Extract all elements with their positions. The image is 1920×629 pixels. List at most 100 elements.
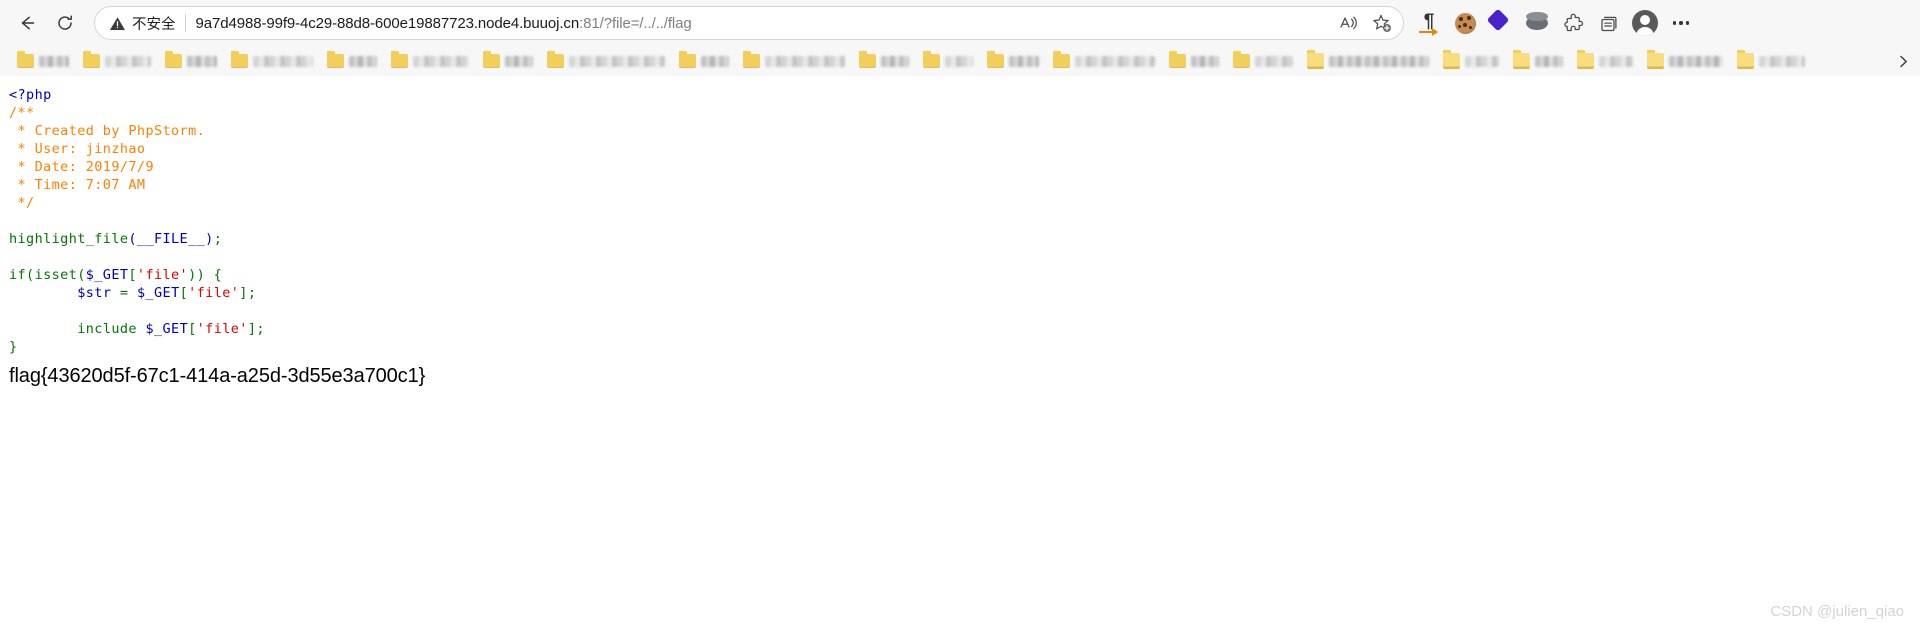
bookmark-item[interactable] [1046,49,1162,73]
omnibox-actions [1335,9,1397,37]
omnibox-divider [184,14,186,32]
folder-icon [859,51,876,68]
bookmark-item[interactable] [476,49,540,73]
chevron-right-icon [1899,55,1907,67]
bookmark-item[interactable] [1436,49,1506,73]
folder-icon [1233,51,1250,68]
bookmark-item[interactable] [76,49,158,73]
comment-time: * Time: 7:07 AM [9,177,146,193]
highlight-file-call: highlight_file [9,231,129,247]
bookmark-label [349,55,377,67]
bookmark-item[interactable] [1506,49,1570,73]
folder-icon [231,51,248,68]
if-tail: )) { [188,267,223,283]
puzzle-piece-icon [1563,13,1583,31]
site-security-button[interactable]: 不安全 [109,13,185,34]
folder-icon [391,51,408,68]
security-label: 不安全 [132,16,176,33]
profile-button[interactable] [1628,7,1662,39]
bookmark-label [881,55,909,67]
bookmark-item[interactable] [320,49,384,73]
folder-icon [1443,50,1460,69]
bookmark-label [1191,55,1219,67]
address-bar[interactable]: 不安全 9a7d4988-99f9-4c29-88d8-600e19887723… [94,6,1404,40]
bookmark-item[interactable] [916,49,980,73]
folder-icon [83,51,100,68]
folder-icon [1647,50,1664,69]
bookmark-item[interactable] [852,49,916,73]
folder-icon [1513,50,1530,69]
refresh-icon [58,15,72,30]
back-button[interactable] [8,7,46,39]
refresh-button[interactable] [46,7,84,39]
bookmark-item[interactable] [1730,49,1812,73]
comment-created: * Created by PhpStorm. [9,123,206,139]
bookmark-item[interactable] [224,49,320,73]
bookmark-label [765,55,845,67]
avatar-icon [1632,10,1658,36]
gem-extension-button[interactable] [1484,7,1518,39]
file-key-3: 'file' [196,321,248,337]
warning-triangle-icon [110,16,125,30]
bookmark-item[interactable] [1570,49,1640,73]
url-host: 9a7d4988-99f9-4c29-88d8-600e19887723.nod… [195,14,580,32]
bookmark-label [1535,55,1563,67]
bookmark-label [413,55,469,67]
if-isset-open: if(isset( [9,267,86,283]
folder-icon [547,51,564,68]
get-superglobal-1: $_GET [85,267,129,283]
bookmark-item[interactable] [158,49,224,73]
bookmark-item[interactable] [980,49,1046,73]
bookmark-label [569,55,665,67]
read-aloud-button[interactable] [1335,9,1365,37]
closing-brace: } [9,339,18,355]
bookmark-label [39,55,69,67]
folder-icon [483,51,500,68]
paren-close: ) [205,231,214,247]
add-favorite-button[interactable] [1367,9,1397,37]
bookmark-label [253,55,313,67]
bookmark-label [1599,55,1633,67]
bookmark-item[interactable] [384,49,476,73]
bookmark-item[interactable] [540,49,672,73]
puzzle-extension-button[interactable] [1556,7,1590,39]
settings-and-more-button[interactable] [1664,7,1698,39]
translate-extension-button[interactable]: ¶ [1412,7,1446,39]
php-open-tag: <?php [9,87,52,103]
bookmark-label [1465,55,1499,67]
bookmarks-overflow-button[interactable] [1890,49,1916,73]
get-superglobal-2: $_GET [136,285,180,301]
arrow-right-icon [1419,28,1438,36]
bookmark-label [701,55,729,67]
collections-icon [1600,16,1617,31]
bookmark-item[interactable] [672,49,736,73]
bookmark-item[interactable] [10,49,76,73]
file-constant: __FILE__ [136,231,206,247]
bookmark-item[interactable] [1300,49,1436,73]
bookmark-item[interactable] [1226,49,1300,73]
bookmark-label [945,55,973,67]
back-arrow-icon [21,16,35,30]
bookmark-label [1329,55,1429,67]
bookmark-label [1009,55,1039,67]
url-display[interactable]: 9a7d4988-99f9-4c29-88d8-600e19887723.nod… [196,15,1330,32]
cookie-extension-button[interactable] [1448,7,1482,39]
semicolon: ; [213,231,223,247]
bookmark-item[interactable] [1162,49,1226,73]
browser-toolbar: 不安全 9a7d4988-99f9-4c29-88d8-600e19887723… [0,0,1920,46]
read-aloud-icon [1340,16,1357,30]
flag-output: flag{43620d5f-67c1-414a-a25d-3d55e3a700c… [9,365,426,387]
file-key-2: 'file' [188,285,240,301]
bookmark-item[interactable] [736,49,852,73]
puck-extension-button[interactable] [1520,7,1554,39]
comment-date: * Date: 2019/7/9 [9,159,154,175]
bookmark-label [505,55,533,67]
collections-button[interactable] [1592,7,1626,39]
folder-icon [1307,50,1324,69]
bookmark-item[interactable] [1640,49,1730,73]
extensions-area: ¶ [1412,7,1698,39]
paren-open: ( [128,231,137,247]
comment-user: * User: jinzhao [9,141,146,157]
include-keyword: include [77,321,137,337]
folder-icon [17,51,34,68]
